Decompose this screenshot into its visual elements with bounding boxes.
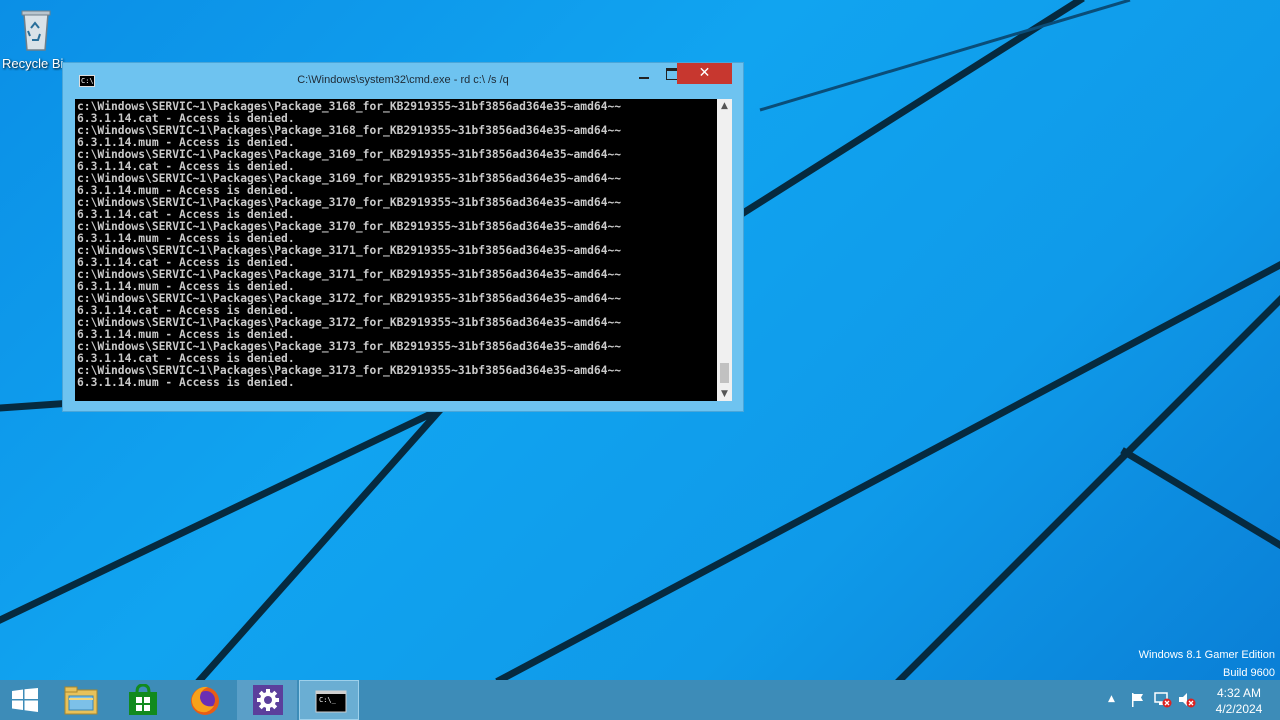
- taskbar-settings[interactable]: [237, 680, 297, 720]
- console-text: c:\Windows\SERVIC~1\Packages\Package_316…: [77, 100, 622, 389]
- action-center-flag-icon[interactable]: [1130, 692, 1146, 708]
- volume-muted-icon[interactable]: [1178, 692, 1196, 708]
- minimize-button[interactable]: [631, 65, 657, 85]
- firefox-icon: [191, 686, 219, 715]
- windows-logo-icon: [12, 688, 38, 712]
- system-tray: ▲ 4:32 AM 4/2/2024: [1100, 680, 1280, 720]
- scroll-down-arrow-icon[interactable]: ▼: [717, 387, 732, 401]
- console-output-area[interactable]: c:\Windows\SERVIC~1\Packages\Package_316…: [75, 99, 717, 401]
- store-bag-icon: [129, 684, 157, 715]
- recycle-bin-icon: [21, 10, 51, 51]
- vertical-scrollbar[interactable]: ▲ ▼: [717, 99, 732, 401]
- cmd-icon: C:\_: [315, 690, 347, 713]
- svg-text:C:\_: C:\_: [319, 696, 337, 704]
- cmd-window[interactable]: C:\ C:\Windows\system32\cmd.exe - rd c:\…: [62, 62, 744, 412]
- scroll-up-arrow-icon[interactable]: ▲: [717, 99, 732, 113]
- taskbar-firefox[interactable]: [174, 680, 234, 720]
- scroll-thumb[interactable]: [720, 363, 729, 383]
- folder-icon: [64, 686, 98, 715]
- build-text: Build 9600: [1223, 667, 1275, 679]
- clock-date: 4/2/2024: [1215, 702, 1263, 716]
- network-disconnected-icon[interactable]: [1154, 692, 1172, 708]
- clock[interactable]: 4:32 AM 4/2/2024: [1210, 685, 1268, 717]
- gear-icon: [253, 685, 283, 715]
- taskbar-command-prompt[interactable]: C:\_: [299, 680, 359, 720]
- clock-time: 4:32 AM: [1216, 686, 1262, 700]
- start-button[interactable]: [0, 680, 50, 720]
- show-hidden-icons-chevron-icon[interactable]: ▲: [1108, 694, 1115, 704]
- title-bar[interactable]: C:\ C:\Windows\system32\cmd.exe - rd c:\…: [63, 63, 743, 99]
- edition-text: Windows 8.1 Gamer Edition: [1138, 649, 1275, 661]
- taskbar-store[interactable]: [112, 680, 172, 720]
- close-button[interactable]: ✕: [677, 63, 732, 84]
- desktop: Recycle Bi C:\ C:\Windows\system32\cmd.e…: [0, 0, 1280, 680]
- taskbar: C:\_ ▲ 4:32 AM 4/2/2024: [0, 680, 1280, 720]
- os-watermark: Windows 8.1 Gamer Edition Build 9600: [1139, 646, 1275, 680]
- taskbar-file-explorer[interactable]: [50, 680, 110, 720]
